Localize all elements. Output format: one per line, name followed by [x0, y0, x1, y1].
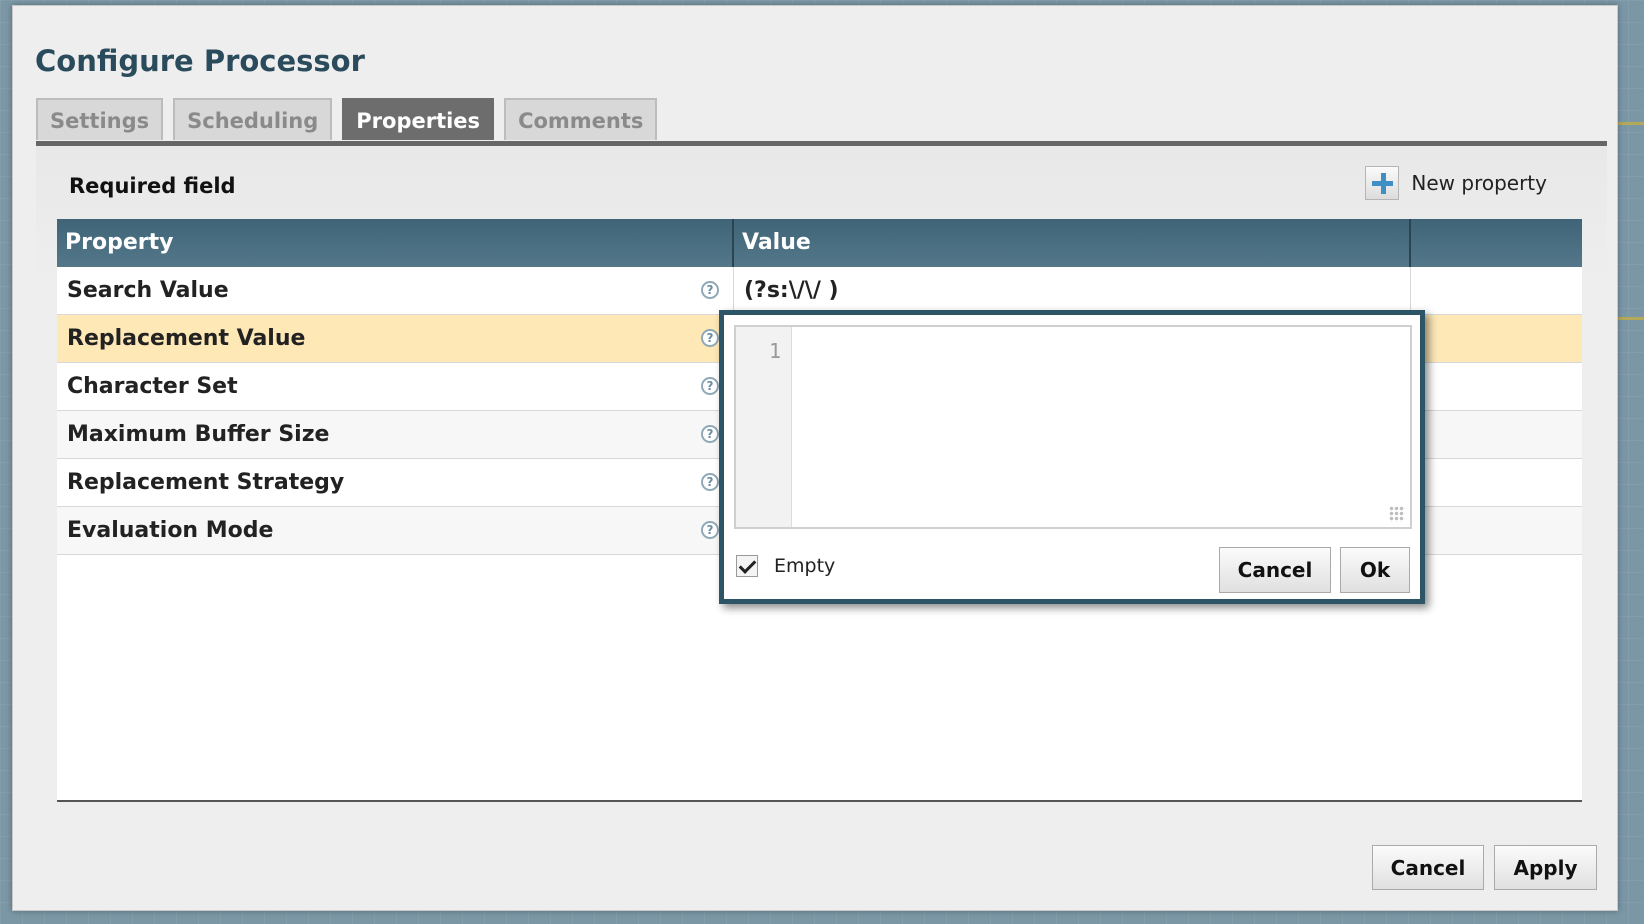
- help-icon[interactable]: ?: [701, 473, 719, 491]
- property-name-cell[interactable]: Search Value ?: [57, 267, 734, 315]
- line-number: 1: [768, 339, 781, 363]
- tab-properties[interactable]: Properties: [342, 98, 495, 140]
- line-number-gutter: 1: [736, 327, 792, 527]
- property-name-cell[interactable]: Replacement Value ?: [57, 315, 734, 363]
- help-icon[interactable]: ?: [701, 521, 719, 539]
- property-actions-cell: [1411, 459, 1582, 507]
- tab-bar: Settings Scheduling Properties Comments: [36, 98, 658, 140]
- canvas-connection-line: [1616, 122, 1644, 125]
- required-field-label: Required field: [69, 174, 236, 198]
- empty-checkbox[interactable]: [736, 555, 758, 577]
- table-header: Property Value: [57, 219, 1582, 267]
- property-name-cell[interactable]: Maximum Buffer Size ?: [57, 411, 734, 459]
- editor-actions: Cancel Ok: [1219, 547, 1410, 593]
- value-editor-popup: 1 Empty Cancel Ok: [719, 310, 1425, 604]
- empty-option: Empty: [736, 555, 835, 577]
- tab-settings[interactable]: Settings: [36, 98, 164, 140]
- property-name: Search Value: [67, 278, 229, 303]
- cancel-button[interactable]: Cancel: [1372, 845, 1484, 890]
- property-name-cell[interactable]: Evaluation Mode ?: [57, 507, 734, 555]
- help-icon[interactable]: ?: [701, 329, 719, 347]
- add-icon[interactable]: [1365, 166, 1400, 200]
- property-value-cell[interactable]: (?s:\/\/ ): [734, 267, 1411, 315]
- property-actions-cell: [1411, 363, 1582, 411]
- help-icon[interactable]: ?: [701, 377, 719, 395]
- new-property-button[interactable]: New property: [1365, 166, 1547, 200]
- dialog-title: Configure Processor: [35, 44, 365, 78]
- property-name-cell[interactable]: Character Set ?: [57, 363, 734, 411]
- property-actions-cell: [1411, 315, 1582, 363]
- help-icon[interactable]: ?: [701, 281, 719, 299]
- property-name: Character Set: [67, 374, 238, 399]
- column-header-actions: [1411, 219, 1582, 267]
- tab-comments[interactable]: Comments: [504, 98, 658, 140]
- apply-button[interactable]: Apply: [1494, 845, 1597, 890]
- property-actions-cell: [1411, 411, 1582, 459]
- property-name: Evaluation Mode: [67, 518, 274, 543]
- editor-cancel-button[interactable]: Cancel: [1219, 547, 1331, 593]
- column-header-value[interactable]: Value: [734, 219, 1411, 267]
- new-property-label[interactable]: New property: [1411, 171, 1547, 195]
- empty-label: Empty: [774, 555, 836, 577]
- property-actions-cell: [1411, 267, 1582, 315]
- property-name-cell[interactable]: Replacement Strategy ?: [57, 459, 734, 507]
- property-name: Maximum Buffer Size: [67, 422, 330, 447]
- property-name: Replacement Value: [67, 326, 306, 351]
- table-row[interactable]: Search Value ? (?s:\/\/ ): [57, 267, 1582, 315]
- property-actions-cell: [1411, 507, 1582, 555]
- property-name: Replacement Strategy: [67, 470, 345, 495]
- help-icon[interactable]: ?: [701, 425, 719, 443]
- canvas-connection-line: [1616, 317, 1644, 320]
- tab-scheduling[interactable]: Scheduling: [173, 98, 333, 140]
- resize-handle-icon[interactable]: [1389, 506, 1405, 522]
- editor-ok-button[interactable]: Ok: [1340, 547, 1410, 593]
- value-editor-textarea[interactable]: 1: [734, 325, 1412, 529]
- dialog-footer: Cancel Apply: [1372, 845, 1597, 890]
- column-header-property[interactable]: Property: [57, 219, 734, 267]
